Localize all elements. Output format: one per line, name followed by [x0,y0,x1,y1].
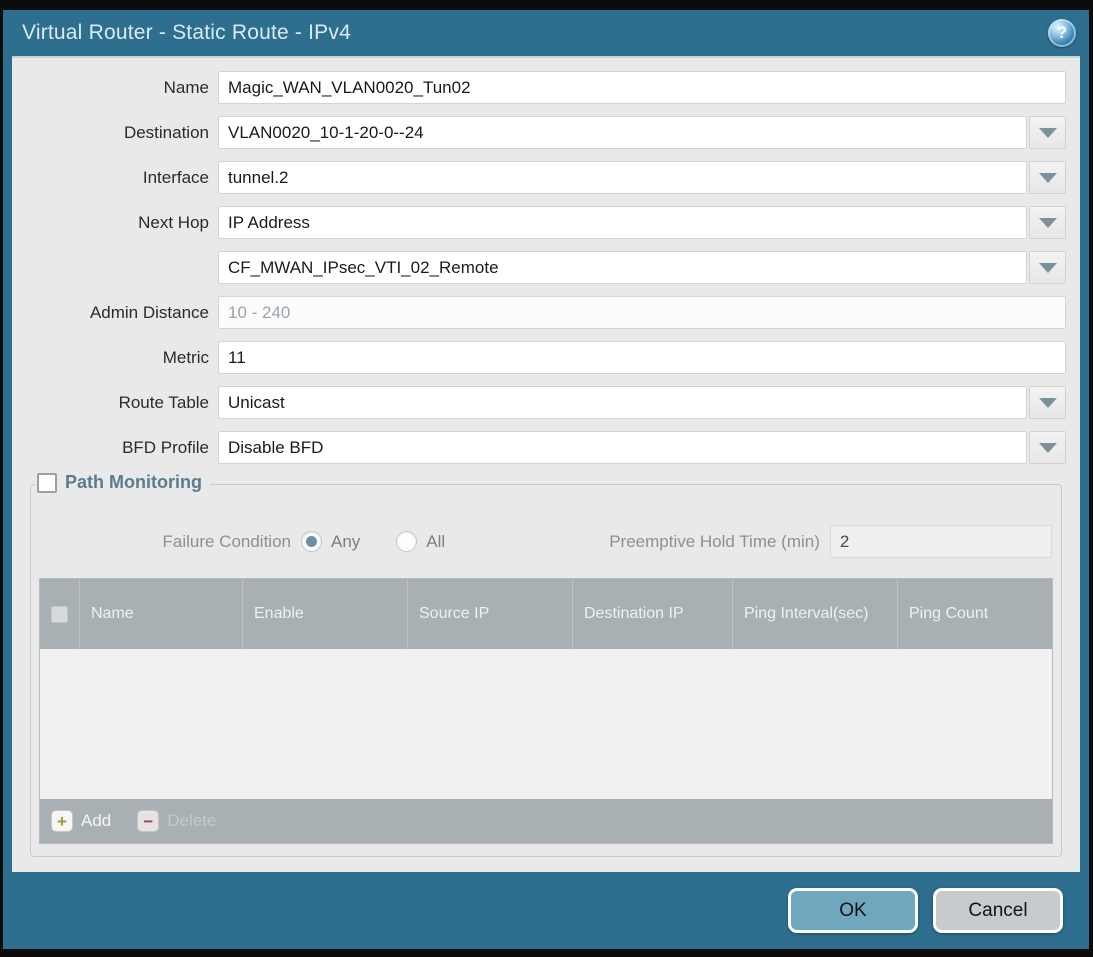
preemptive-hold-time-label: Preemptive Hold Time (min) [609,532,830,552]
path-monitoring-checkbox[interactable] [37,473,57,493]
name-input[interactable] [218,71,1066,104]
interface-input[interactable] [218,161,1027,194]
select-all-cell [40,579,79,649]
failure-condition-radio-group: Any All [301,531,481,552]
form-row-destination: Destination [26,116,1066,149]
add-button[interactable]: + Add [51,810,111,832]
form-row-name: Name [26,71,1066,104]
plus-icon: + [51,810,73,832]
minus-icon: − [137,810,159,832]
chevron-down-icon [1039,263,1057,273]
path-monitoring-table: Name Enable Source IP Destination IP Pin… [39,578,1053,844]
table-body-empty [40,649,1052,799]
next-hop-type-input[interactable] [218,206,1027,239]
delete-button-label: Delete [167,811,216,831]
dialog-body: Name Destination Interface [12,56,1080,872]
bfd-profile-dropdown-button[interactable] [1029,431,1066,464]
dialog-titlebar: Virtual Router - Static Route - IPv4 ? [12,10,1080,56]
delete-button[interactable]: − Delete [137,810,216,832]
table-header-row: Name Enable Source IP Destination IP Pin… [40,579,1052,649]
column-header-ping-interval[interactable]: Ping Interval(sec) [732,579,897,649]
column-header-destination-ip[interactable]: Destination IP [572,579,732,649]
radio-all-label: All [426,532,445,552]
failure-condition-row: Failure Condition Any All Preemptive Hol… [39,525,1053,558]
form-row-interface: Interface [26,161,1066,194]
radio-dot [306,536,317,547]
radio-all[interactable] [396,531,417,552]
route-table-dropdown-button[interactable] [1029,386,1066,419]
radio-dot [401,536,412,547]
column-header-ping-count[interactable]: Ping Count [897,579,1052,649]
radio-any[interactable] [301,531,322,552]
destination-label: Destination [26,123,218,143]
dialog-footer: OK Cancel [12,872,1080,949]
column-header-enable[interactable]: Enable [242,579,407,649]
form-row-route-table: Route Table [26,386,1066,419]
path-monitoring-title: Path Monitoring [65,472,202,493]
form-row-metric: Metric [26,341,1066,374]
form-row-admin-distance: Admin Distance [26,296,1066,329]
destination-dropdown-button[interactable] [1029,116,1066,149]
interface-label: Interface [26,168,218,188]
metric-label: Metric [26,348,218,368]
metric-input[interactable] [218,341,1066,374]
form-row-bfd-profile: BFD Profile [26,431,1066,464]
select-all-checkbox[interactable] [51,606,68,623]
next-hop-type-dropdown-button[interactable] [1029,206,1066,239]
next-hop-address-dropdown-button[interactable] [1029,251,1066,284]
column-header-name[interactable]: Name [79,579,242,649]
cancel-button[interactable]: Cancel [933,888,1063,933]
bfd-profile-label: BFD Profile [26,438,218,458]
path-monitoring-legend: Path Monitoring [35,472,210,493]
dialog-title: Virtual Router - Static Route - IPv4 [22,21,1048,45]
bfd-profile-input[interactable] [218,431,1027,464]
preemptive-hold-time-input[interactable] [830,525,1052,558]
path-monitoring-section: Path Monitoring Failure Condition Any Al… [30,484,1062,857]
chevron-down-icon [1039,173,1057,183]
form-row-next-hop-address [26,251,1066,284]
ok-button[interactable]: OK [788,888,918,933]
screenshot-frame: Virtual Router - Static Route - IPv4 ? N… [0,0,1093,957]
admin-distance-label: Admin Distance [26,303,218,323]
route-table-label: Route Table [26,393,218,413]
help-icon[interactable]: ? [1048,19,1076,47]
radio-any-label: Any [331,532,360,552]
name-label: Name [26,78,218,98]
add-button-label: Add [81,811,111,831]
next-hop-label: Next Hop [26,213,218,233]
next-hop-address-input[interactable] [218,251,1027,284]
static-route-dialog: Virtual Router - Static Route - IPv4 ? N… [3,10,1089,949]
destination-input[interactable] [218,116,1027,149]
chevron-down-icon [1039,218,1057,228]
form-row-next-hop: Next Hop [26,206,1066,239]
column-header-source-ip[interactable]: Source IP [407,579,572,649]
admin-distance-input[interactable] [218,296,1066,329]
chevron-down-icon [1039,398,1057,408]
table-toolbar: + Add − Delete [40,799,1052,843]
chevron-down-icon [1039,443,1057,453]
route-table-input[interactable] [218,386,1027,419]
interface-dropdown-button[interactable] [1029,161,1066,194]
failure-condition-label: Failure Condition [39,532,301,552]
chevron-down-icon [1039,128,1057,138]
